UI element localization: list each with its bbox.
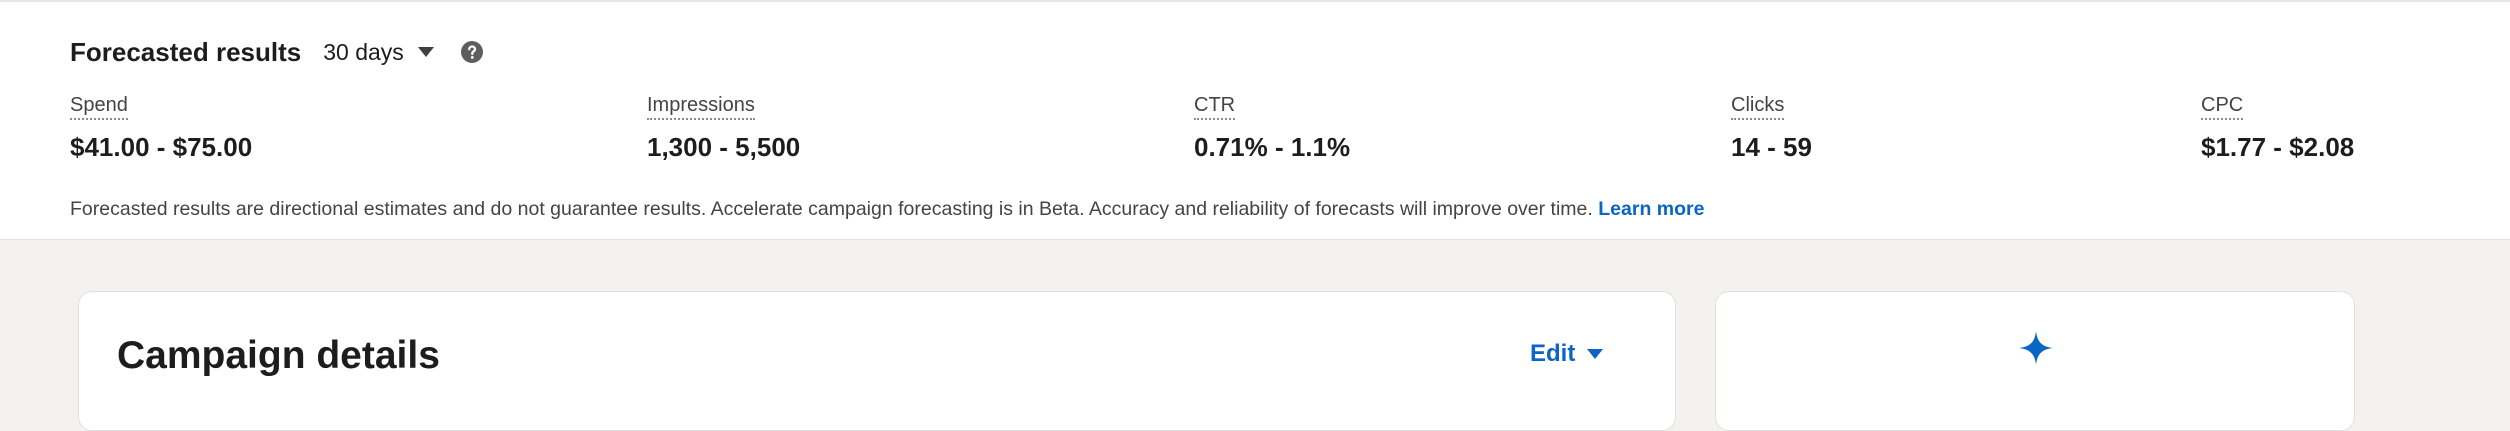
- learn-more-link[interactable]: Learn more: [1598, 198, 1704, 220]
- edit-button-label: Edit: [1530, 340, 1576, 367]
- metric-ctr: CTR 0.71% - 1.1%: [1194, 94, 1350, 163]
- disclaimer-text: Forecasted results are directional estim…: [70, 198, 1593, 220]
- campaign-details-title: Campaign details: [117, 334, 440, 377]
- metric-value: 14 - 59: [1731, 132, 1812, 162]
- forecast-header: Forecasted results 30 days: [70, 34, 484, 70]
- metric-label[interactable]: Spend: [70, 94, 128, 120]
- edit-button[interactable]: Edit: [1530, 340, 1604, 368]
- period-dropdown-label: 30 days: [323, 38, 404, 65]
- metric-value: $41.00 - $75.00: [70, 132, 253, 162]
- sparkle-icon: [2019, 331, 2053, 365]
- metric-value: 0.71% - 1.1%: [1194, 132, 1351, 162]
- campaign-details-card: Campaign details Edit: [78, 291, 1676, 431]
- period-dropdown[interactable]: 30 days: [323, 39, 434, 66]
- metric-label[interactable]: CTR: [1194, 94, 1236, 120]
- metric-spend: Spend $41.00 - $75.00: [70, 94, 252, 163]
- metric-value: 1,300 - 5,500: [647, 132, 801, 162]
- metric-cpc: CPC $1.77 - $2.08: [2201, 94, 2354, 163]
- forecast-disclaimer: Forecasted results are directional estim…: [70, 198, 1704, 221]
- help-icon[interactable]: [460, 40, 484, 64]
- caret-down-icon: [1587, 349, 1604, 359]
- metric-value: $1.77 - $2.08: [2201, 132, 2355, 162]
- metric-label[interactable]: Clicks: [1731, 94, 1785, 120]
- metric-label[interactable]: CPC: [2201, 94, 2244, 120]
- metric-clicks: Clicks 14 - 59: [1731, 94, 1812, 163]
- metric-label[interactable]: Impressions: [647, 94, 755, 120]
- forecast-title: Forecasted results: [70, 36, 302, 67]
- side-card: [1715, 291, 2355, 431]
- forecasted-results-panel: Forecasted results 30 days Spend $41.00 …: [0, 0, 2510, 240]
- metric-impressions: Impressions 1,300 - 5,500: [647, 94, 800, 163]
- caret-down-icon: [417, 47, 434, 57]
